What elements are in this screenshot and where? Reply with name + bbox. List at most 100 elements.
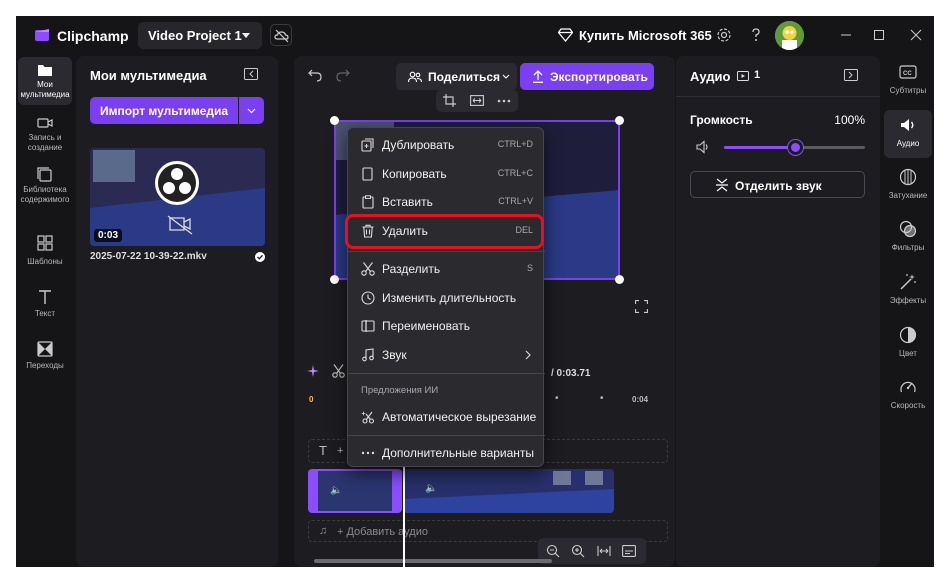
zoom-in-icon[interactable] [571,544,585,558]
resize-handle[interactable] [330,116,339,125]
media-panel: Мои мультимедиа Импорт мультимедиа 0:03 [76,56,278,567]
cloud-sync-button[interactable] [270,24,292,46]
captions-toggle-icon[interactable] [622,545,636,557]
menu-item-rename[interactable]: Переименовать [352,313,541,339]
rail-item-my-media[interactable]: Мои мультимедиа [18,57,72,105]
fit-icon[interactable] [470,95,484,106]
fade-icon [899,168,917,186]
buy-microsoft-365-link[interactable]: Купить Microsoft 365 [579,28,712,43]
resize-handle[interactable] [615,275,624,284]
rail-label: Мои мультимедиа [20,80,70,99]
import-media-label: Импорт мультимедиа [99,104,229,118]
menu-item-shortcut: CTRL+D [497,139,533,149]
crop-icon[interactable] [443,94,456,107]
rrail-item-effects[interactable]: Эффекты [884,267,932,315]
clip-trim-handle-right[interactable] [392,471,400,511]
rail-item-transitions[interactable]: Переходы [18,336,72,384]
minimize-icon[interactable] [838,27,854,43]
share-label: Поделиться [428,70,501,84]
project-name: Video Project 1 [148,28,242,43]
undo-icon[interactable] [308,68,322,82]
collapse-panel-icon[interactable] [844,69,858,81]
filters-icon [899,220,917,238]
close-icon[interactable] [908,27,924,43]
volume-slider-thumb[interactable] [787,140,803,155]
media-filename: 2025-07-22 10-39-22.mkv [90,251,207,262]
clipchamp-logo-icon [35,29,49,41]
resize-handle[interactable] [615,116,624,125]
check-circle-icon [255,252,265,262]
menu-item-duplicate[interactable]: Дублировать CTRL+D [352,132,541,158]
detach-audio-button[interactable]: Отделить звук [690,171,865,198]
library-icon [37,167,52,182]
diamond-icon [558,28,573,42]
menu-item-change-duration[interactable]: Изменить длительность [352,285,541,311]
maximize-icon[interactable] [871,27,887,43]
fullscreen-icon[interactable] [635,300,648,313]
rrail-label: Фильтры [891,243,925,252]
scissors-icon[interactable] [332,364,345,378]
chevron-right-icon [525,350,531,360]
more-options-icon[interactable] [497,99,511,103]
rail-item-templates[interactable]: Шаблоны [18,230,72,278]
selected-clip[interactable]: 🔈 [308,469,402,513]
menu-item-copy[interactable]: Копировать CTRL+C [352,161,541,187]
share-button[interactable]: Поделиться [396,63,517,90]
rrail-item-color[interactable]: Цвет [884,320,932,368]
export-label: Экспортировать [550,70,648,84]
scissors-icon [361,262,375,276]
help-icon[interactable] [748,27,764,43]
clip-context-menu: Дублировать CTRL+D Копировать CTRL+C Вст… [347,127,545,467]
menu-item-auto-cut[interactable]: Автоматическое вырезание [352,404,541,430]
templates-icon [37,235,53,251]
panel-divider [676,96,880,97]
clip-trim-handle-left[interactable] [310,471,318,511]
rail-item-record[interactable]: Запись и создание [18,110,72,158]
import-media-button[interactable]: Импорт мультимедиа [90,97,238,124]
rrail-item-speed[interactable]: Скорость [884,372,932,420]
speaker-icon[interactable] [696,140,710,154]
text-icon [39,290,51,304]
avatar-image-icon [775,21,804,50]
menu-item-label: Автоматическое вырезание [382,410,537,424]
redo-icon[interactable] [336,68,350,82]
rrail-item-captions[interactable]: CC Субтитры [884,57,932,105]
clock-icon [361,291,375,305]
video-clip-icon [737,71,749,81]
menu-item-split[interactable]: Разделить S [352,256,541,282]
rail-item-text[interactable]: Текст [18,284,72,332]
magic-sparkle-icon[interactable] [306,364,320,378]
project-name-dropdown[interactable]: Video Project 1 [138,22,262,49]
volume-value: 100% [834,113,865,127]
duplicate-icon [361,138,374,152]
media-thumbnail[interactable]: 0:03 [90,148,265,246]
volume-slider[interactable] [724,140,865,155]
user-avatar[interactable] [775,21,804,50]
export-button[interactable]: Экспортировать [520,63,654,90]
rrail-label: Аудио [896,139,920,148]
menu-item-label: Копировать [382,167,447,181]
rrail-item-fade[interactable]: Затухание [884,162,932,210]
timeline-clip[interactable]: 🔈 [403,469,614,513]
timeline-scrollbar[interactable] [314,559,552,563]
menu-item-more-options[interactable]: Дополнительные варианты [352,440,541,466]
speed-icon [900,381,916,393]
menu-item-label: Дополнительные варианты [382,446,535,460]
collapse-panel-icon[interactable] [244,68,258,80]
import-options-dropdown[interactable] [239,97,264,124]
settings-gear-icon[interactable] [716,27,732,43]
menu-item-paste[interactable]: Вставить CTRL+V [352,189,541,215]
audio-track-badge: 1 [737,68,763,84]
menu-item-audio[interactable]: Звук [352,342,541,368]
rail-item-library[interactable]: Библиотека содержимого [18,162,72,210]
zoom-out-icon[interactable] [546,544,560,558]
zoom-toolbar [538,538,646,564]
fit-timeline-icon[interactable] [597,545,611,557]
resize-handle[interactable] [330,275,339,284]
rrail-item-filters[interactable]: Фильтры [884,214,932,262]
cloud-off-icon [274,29,289,43]
rrail-label: Субтитры [889,86,927,95]
rrail-label: Скорость [890,401,926,410]
rrail-item-audio[interactable]: Аудио [884,110,932,158]
title-bar: Clipchamp Video Project 1 Купить Microso… [16,16,934,54]
